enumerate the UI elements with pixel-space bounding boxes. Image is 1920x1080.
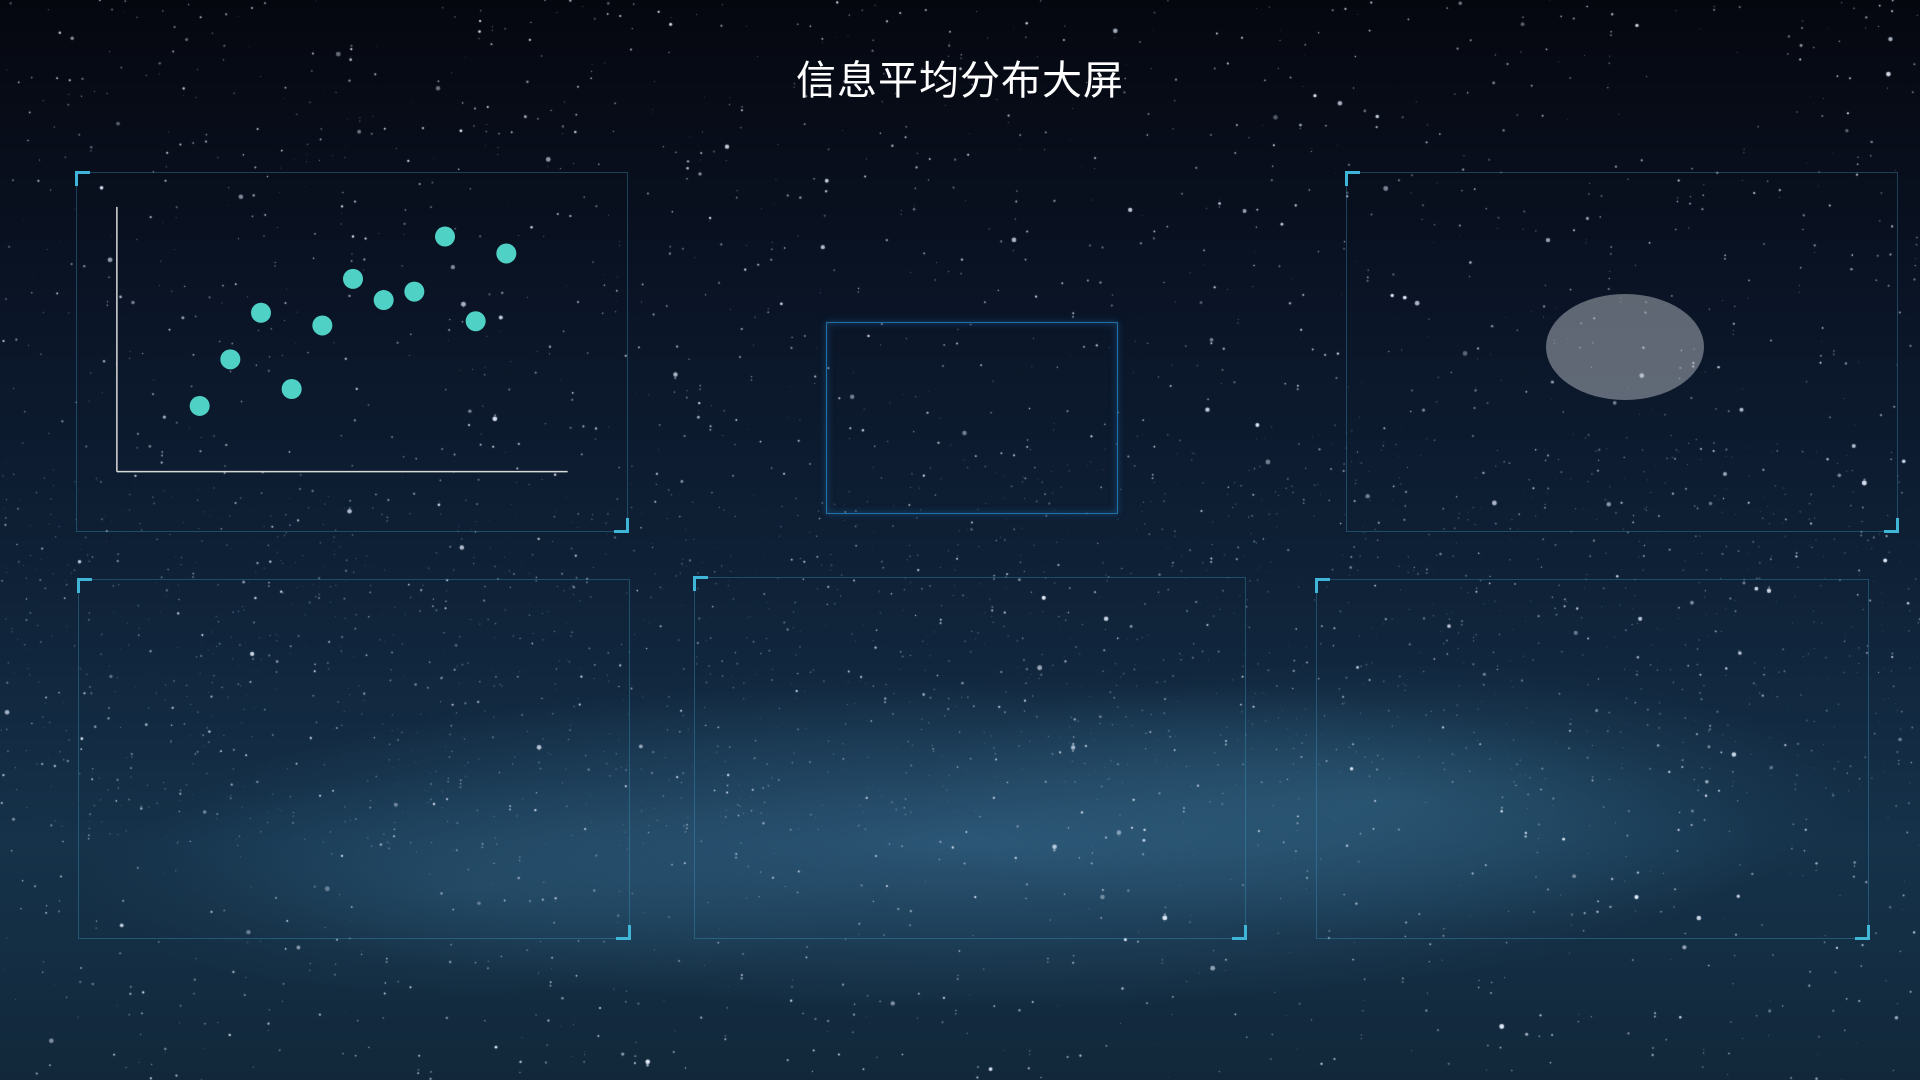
corner-decoration — [1884, 518, 1899, 533]
scatter-chart — [116, 206, 568, 473]
corner-decoration — [616, 925, 631, 940]
corner-decoration — [1855, 925, 1870, 940]
panel-bottom-right — [1315, 578, 1870, 940]
panel-bottom-left — [77, 578, 631, 940]
ellipse-shape — [1546, 294, 1704, 400]
scatter-point-5 — [312, 315, 333, 336]
panel-top-left — [75, 171, 629, 533]
scatter-point-8 — [404, 281, 425, 302]
page-title: 信息平均分布大屏 — [796, 58, 1124, 104]
scatter-point-3 — [251, 302, 271, 323]
scatter-point-2 — [220, 349, 241, 370]
scatter-point-4 — [281, 379, 302, 399]
scatter-point-9 — [435, 226, 455, 247]
scatter-point-10 — [465, 311, 486, 332]
corner-decoration — [77, 578, 92, 593]
panel-bottom-center — [693, 576, 1247, 940]
scatter-point-7 — [373, 290, 394, 311]
corner-decoration — [693, 576, 708, 591]
scatter-point-6 — [343, 268, 363, 289]
scatter-point-1 — [189, 395, 210, 416]
corner-decoration — [1345, 171, 1360, 186]
corner-decoration — [1232, 925, 1247, 940]
scatter-point-11 — [496, 243, 517, 264]
center-display-box — [826, 322, 1118, 514]
corner-decoration — [1315, 578, 1330, 593]
